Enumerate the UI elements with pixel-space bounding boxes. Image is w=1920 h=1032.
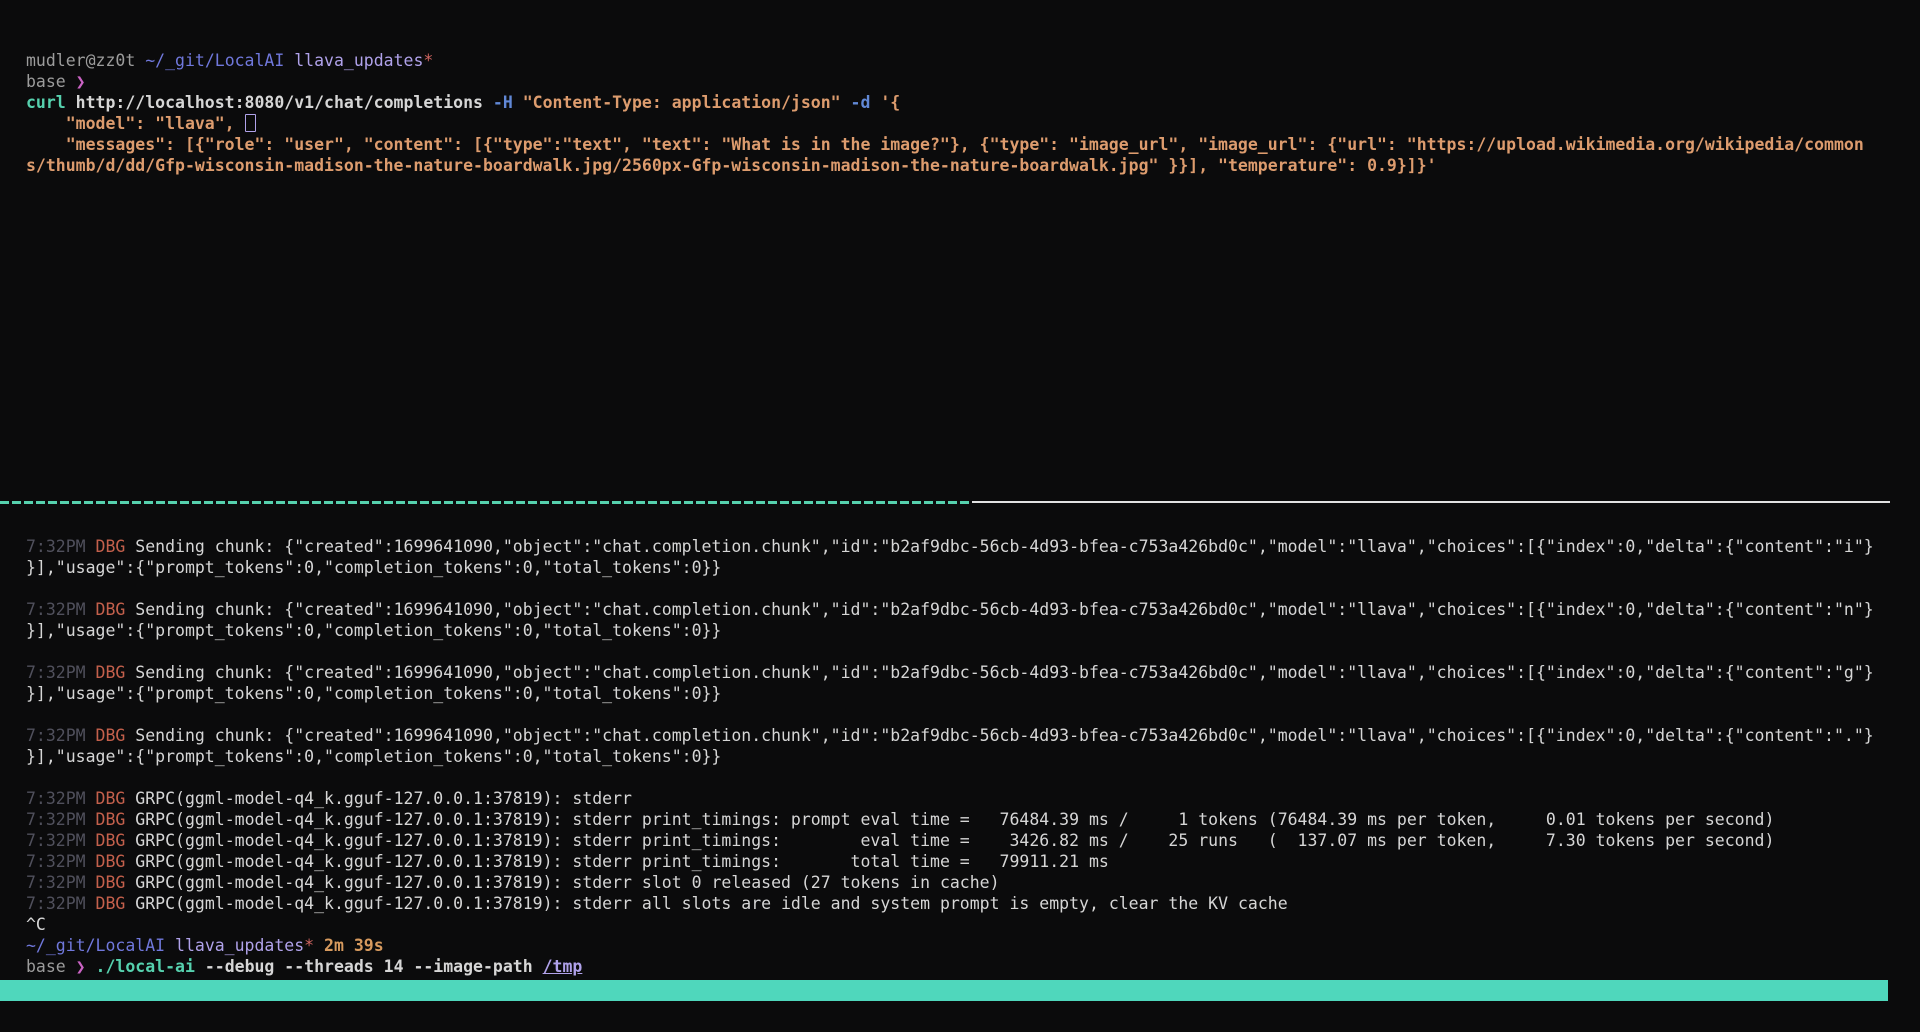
- terminal-line: 7:32PM DBG GRPC(ggml-model-q4_k.gguf-127…: [26, 893, 1874, 914]
- text-segment: Sending chunk: {"created":1699641090,"ob…: [135, 663, 1873, 682]
- terminal-line: [26, 767, 1874, 788]
- terminal-line: s/thumb/d/dd/Gfp-wisconsin-madison-the-n…: [26, 155, 1864, 176]
- terminal-line: 7:32PM DBG Sending chunk: {"created":169…: [26, 725, 1874, 746]
- terminal-line: [26, 704, 1874, 725]
- pane-divider-inactive-segment: [972, 501, 1890, 503]
- terminal-cursor: [245, 114, 256, 132]
- terminal-line: 7:32PM DBG GRPC(ggml-model-q4_k.gguf-127…: [26, 830, 1874, 851]
- terminal-line: base ❯: [26, 71, 1864, 92]
- text-segment: }],"usage":{"prompt_tokens":0,"completio…: [26, 684, 721, 703]
- terminal-line: "model": "llava",: [26, 113, 1864, 134]
- text-segment: DBG: [96, 894, 136, 913]
- text-segment: Sending chunk: {"created":1699641090,"ob…: [135, 726, 1873, 745]
- text-segment: 7:32PM: [26, 894, 96, 913]
- text-segment: ./local-ai: [96, 957, 205, 976]
- text-segment: *: [423, 51, 433, 70]
- text-segment: 7:32PM: [26, 726, 96, 745]
- text-segment: 2m 39s: [324, 936, 384, 955]
- terminal-line: 7:32PM DBG Sending chunk: {"created":169…: [26, 599, 1874, 620]
- text-segment: GRPC(ggml-model-q4_k.gguf-127.0.0.1:3781…: [135, 873, 999, 892]
- text-segment: Sending chunk: {"created":1699641090,"ob…: [135, 600, 1873, 619]
- text-segment: DBG: [96, 726, 136, 745]
- text-segment: GRPC(ggml-model-q4_k.gguf-127.0.0.1:3781…: [135, 831, 1774, 850]
- terminal-line: base ❯ ./local-ai --debug --threads 14 -…: [26, 956, 1874, 977]
- terminal-top-pane[interactable]: mudler@zz0t ~/_git/LocalAI llava_updates…: [26, 50, 1864, 176]
- text-segment: ❯: [76, 72, 86, 91]
- text-segment: ~/_git/LocalAI: [145, 51, 294, 70]
- terminal-line: ^C: [26, 914, 1874, 935]
- text-segment: "model": "llava",: [26, 114, 245, 133]
- terminal-line: mudler@zz0t ~/_git/LocalAI llava_updates…: [26, 50, 1864, 71]
- text-segment: Sending chunk: {"created":1699641090,"ob…: [135, 537, 1873, 556]
- text-segment: DBG: [96, 537, 136, 556]
- text-segment: [314, 936, 324, 955]
- text-segment: 7:32PM: [26, 810, 96, 829]
- text-segment: 7:32PM: [26, 852, 96, 871]
- text-segment: "Content-Type: application/json": [523, 93, 851, 112]
- terminal-screen: mudler@zz0t ~/_git/LocalAI llava_updates…: [0, 0, 1920, 1032]
- terminal-line: 7:32PM DBG GRPC(ggml-model-q4_k.gguf-127…: [26, 809, 1874, 830]
- terminal-line: curl http://localhost:8080/v1/chat/compl…: [26, 92, 1864, 113]
- terminal-line: }],"usage":{"prompt_tokens":0,"completio…: [26, 557, 1874, 578]
- terminal-line: 7:32PM DBG GRPC(ggml-model-q4_k.gguf-127…: [26, 851, 1874, 872]
- text-segment: '{: [880, 93, 900, 112]
- terminal-line: "messages": [{"role": "user", "content":…: [26, 134, 1864, 155]
- text-segment: DBG: [96, 831, 136, 850]
- pane-divider[interactable]: [0, 501, 1890, 504]
- text-segment: --debug --threads 14 --image-path: [205, 957, 543, 976]
- text-segment: ^C: [26, 915, 46, 934]
- text-segment: -d: [851, 93, 881, 112]
- text-segment: mudler@zz0t: [26, 51, 145, 70]
- terminal-line: [26, 578, 1874, 599]
- terminal-line: 7:32PM DBG GRPC(ggml-model-q4_k.gguf-127…: [26, 788, 1874, 809]
- text-segment: llava_updates: [294, 51, 423, 70]
- text-segment: /tmp: [543, 957, 583, 976]
- text-segment: base: [26, 72, 76, 91]
- text-segment: s/thumb/d/dd/Gfp-wisconsin-madison-the-n…: [26, 156, 1437, 175]
- text-segment: llava_updates: [175, 936, 304, 955]
- terminal-line: 7:32PM DBG Sending chunk: {"created":169…: [26, 662, 1874, 683]
- text-segment: DBG: [96, 810, 136, 829]
- text-segment: GRPC(ggml-model-q4_k.gguf-127.0.0.1:3781…: [135, 852, 1109, 871]
- text-segment: base: [26, 957, 76, 976]
- text-segment: ~/_git/LocalAI: [26, 936, 175, 955]
- text-segment: curl: [26, 93, 76, 112]
- terminal-line: }],"usage":{"prompt_tokens":0,"completio…: [26, 620, 1874, 641]
- terminal-line: 7:32PM DBG Sending chunk: {"created":169…: [26, 536, 1874, 557]
- text-segment: DBG: [96, 873, 136, 892]
- text-segment: 7:32PM: [26, 789, 96, 808]
- terminal-bottom-pane[interactable]: 7:32PM DBG Sending chunk: {"created":169…: [26, 536, 1874, 977]
- pane-divider-active-segment: [0, 501, 972, 504]
- text-segment: -H: [493, 93, 523, 112]
- terminal-line: }],"usage":{"prompt_tokens":0,"completio…: [26, 683, 1874, 704]
- text-segment: DBG: [96, 852, 136, 871]
- terminal-line: 7:32PM DBG GRPC(ggml-model-q4_k.gguf-127…: [26, 872, 1874, 893]
- text-segment: DBG: [96, 600, 136, 619]
- text-segment: DBG: [96, 663, 136, 682]
- text-segment: 7:32PM: [26, 873, 96, 892]
- text-segment: GRPC(ggml-model-q4_k.gguf-127.0.0.1:3781…: [135, 894, 1287, 913]
- text-segment: 7:32PM: [26, 663, 96, 682]
- terminal-line: }],"usage":{"prompt_tokens":0,"completio…: [26, 746, 1874, 767]
- text-segment: }],"usage":{"prompt_tokens":0,"completio…: [26, 558, 721, 577]
- text-segment: 7:32PM: [26, 537, 96, 556]
- tmux-status-bar[interactable]: [0] <0:zsh 21:zsh 22:zsh 23:zsh 24:zsh 2…: [0, 980, 1888, 1001]
- text-segment: http://localhost:8080/v1/chat/completion…: [76, 93, 493, 112]
- text-segment: DBG: [96, 789, 136, 808]
- terminal-line: [26, 641, 1874, 662]
- text-segment: ❯: [76, 957, 96, 976]
- text-segment: GRPC(ggml-model-q4_k.gguf-127.0.0.1:3781…: [135, 810, 1774, 829]
- text-segment: 7:32PM: [26, 831, 96, 850]
- text-segment: GRPC(ggml-model-q4_k.gguf-127.0.0.1:3781…: [135, 789, 632, 808]
- text-segment: }],"usage":{"prompt_tokens":0,"completio…: [26, 621, 721, 640]
- text-segment: }],"usage":{"prompt_tokens":0,"completio…: [26, 747, 721, 766]
- terminal-line: ~/_git/LocalAI llava_updates* 2m 39s: [26, 935, 1874, 956]
- text-segment: *: [304, 936, 314, 955]
- text-segment: "messages": [{"role": "user", "content":…: [26, 135, 1864, 154]
- text-segment: 7:32PM: [26, 600, 96, 619]
